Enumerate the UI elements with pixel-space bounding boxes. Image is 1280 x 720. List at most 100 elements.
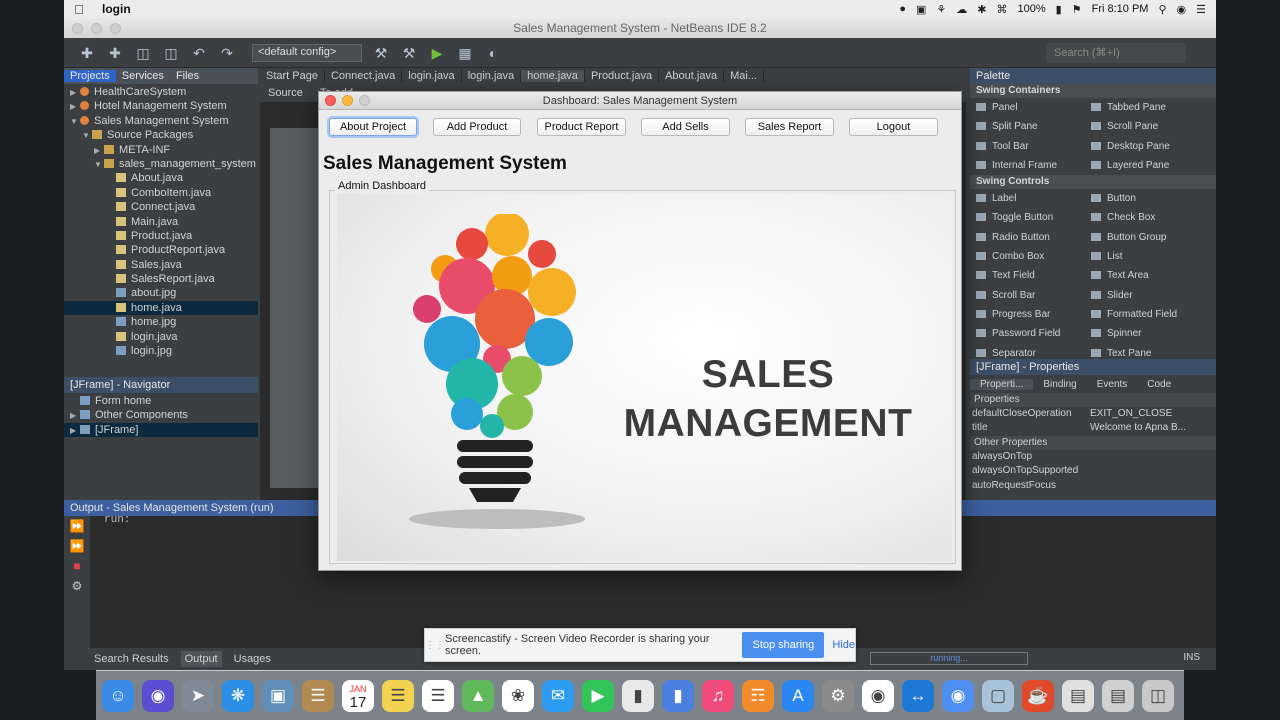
project-tree-item[interactable]: ComboItem.java — [64, 186, 258, 200]
tab-projects[interactable]: Projects — [64, 70, 116, 82]
chromium-icon[interactable]: ◉ — [942, 679, 974, 712]
bluetooth-icon[interactable]: ✱ — [977, 3, 986, 16]
ide-zoom-button[interactable] — [110, 23, 121, 34]
editor-tab[interactable]: About.java — [659, 70, 725, 82]
ibooks-icon[interactable]: ☶ — [742, 679, 774, 712]
palette-title[interactable]: Palette — [970, 70, 1016, 82]
expand-arrow-icon[interactable]: ▶ — [70, 100, 80, 114]
notes-book-icon[interactable]: ☰ — [302, 679, 334, 712]
project-tree-item[interactable]: login.java — [64, 330, 258, 344]
editor-tab[interactable]: Connect.java — [325, 70, 403, 82]
maps-icon[interactable]: ▲ — [462, 679, 494, 712]
dashboard-close-button[interactable] — [325, 95, 336, 106]
build-hammer-icon[interactable]: ⚒ — [372, 44, 390, 62]
dashboard-minimize-button[interactable] — [342, 95, 353, 106]
wifi-icon[interactable]: ⌘ — [997, 3, 1008, 16]
palette-item[interactable]: Scroll Bar — [970, 286, 1085, 305]
palette-item[interactable]: Desktop Pane — [1085, 137, 1200, 156]
property-row[interactable]: autoRequestFocus — [970, 479, 1216, 493]
virtualbox-icon[interactable]: ▢ — [982, 679, 1014, 712]
property-value[interactable] — [1090, 464, 1216, 478]
presentation-icon[interactable]: ▮ — [662, 679, 694, 712]
palette-item[interactable]: Formatted Field — [1085, 305, 1200, 324]
tab-search-results[interactable]: Search Results — [90, 651, 173, 667]
property-row[interactable]: alwaysOnTopSupported — [970, 464, 1216, 478]
navigator-item[interactable]: ▶ Other Components — [64, 408, 258, 422]
expand-arrow-icon[interactable]: ▼ — [82, 129, 92, 143]
tab-files[interactable]: Files — [170, 70, 205, 82]
hide-button[interactable]: Hide — [832, 639, 855, 651]
property-value[interactable]: Welcome to Apna B... — [1090, 421, 1216, 435]
apple-icon[interactable]:  — [64, 2, 94, 17]
properties-title[interactable]: [JFrame] - Properties — [970, 361, 1085, 373]
siri-menubar-icon[interactable]: ◉ — [1177, 3, 1187, 16]
undo-icon[interactable]: ↶ — [190, 44, 208, 62]
expand-arrow-icon[interactable]: ▶ — [70, 409, 80, 423]
palette-item[interactable]: List — [1085, 247, 1200, 266]
docker-icon[interactable]: ⚘ — [936, 3, 946, 16]
preview-icon[interactable]: ▣ — [262, 679, 294, 712]
menubar-clock[interactable]: Fri 8:10 PM — [1092, 3, 1149, 15]
palette-item[interactable]: Split Pane — [970, 117, 1085, 136]
palette-item[interactable]: Progress Bar — [970, 305, 1085, 324]
project-tree-item[interactable]: Sales.java — [64, 258, 258, 272]
palette-item[interactable]: Button — [1085, 189, 1200, 208]
expand-arrow-icon[interactable]: ▼ — [70, 115, 80, 129]
itunes-icon[interactable]: ♫ — [702, 679, 734, 712]
stickies-icon[interactable]: ☰ — [382, 679, 414, 712]
navigator-item[interactable]: Form home — [64, 394, 258, 408]
editor-tab[interactable]: Mai... — [724, 70, 764, 82]
property-row[interactable]: title Welcome to Apna B... — [970, 421, 1216, 435]
downloads-icon[interactable]: ▤ — [1102, 679, 1134, 712]
palette-item[interactable]: Spinner — [1085, 324, 1200, 343]
palette-item[interactable]: Radio Button — [970, 228, 1085, 247]
palette-item[interactable]: Layered Pane — [1085, 156, 1200, 175]
microphone-icon[interactable]: ● — [899, 3, 906, 15]
java-icon[interactable]: ☕ — [1022, 679, 1054, 712]
project-tree-item[interactable]: about.jpg — [64, 286, 258, 300]
property-value[interactable]: EXIT_ON_CLOSE — [1090, 407, 1216, 421]
debug-icon[interactable]: ▦ — [456, 44, 474, 62]
messages-icon[interactable]: ✉ — [542, 679, 574, 712]
project-tree-item[interactable]: ▶ HealthCareSystem — [64, 85, 258, 99]
new-project-icon[interactable]: ✚ — [106, 44, 124, 62]
save-all-icon[interactable]: ◫ — [162, 44, 180, 62]
editor-tab[interactable]: login.java — [462, 70, 522, 82]
palette-item[interactable]: Toggle Button — [970, 208, 1085, 227]
ide-close-button[interactable] — [72, 23, 83, 34]
facetime-icon[interactable]: ▶ — [582, 679, 614, 712]
rerun-icon[interactable]: ⏩ — [64, 516, 90, 536]
redo-icon[interactable]: ↷ — [218, 44, 236, 62]
teamviewer-icon[interactable]: ↔ — [902, 679, 934, 712]
project-tree-item[interactable]: Product.java — [64, 229, 258, 243]
spotlight-search-icon[interactable]: ⚲ — [1158, 3, 1166, 16]
documents-icon[interactable]: ▤ — [1062, 679, 1094, 712]
property-value[interactable] — [1090, 479, 1216, 493]
expand-arrow-icon[interactable]: ▼ — [94, 158, 104, 172]
palette-item[interactable]: Check Box — [1085, 208, 1200, 227]
editor-tab[interactable]: Product.java — [585, 70, 660, 82]
about-project-button[interactable]: About Project — [329, 118, 417, 136]
editor-tab[interactable]: login.java — [402, 70, 462, 82]
app-store-icon[interactable]: A — [782, 679, 814, 712]
editor-tab[interactable]: Start Page — [260, 70, 325, 82]
trash-icon[interactable]: ◫ — [1142, 679, 1174, 712]
project-tree-item[interactable]: ▼ sales_management_system — [64, 157, 258, 171]
palette-item[interactable]: Panel — [970, 98, 1085, 117]
expand-arrow-icon[interactable]: ▶ — [70, 86, 80, 100]
expand-arrow-icon[interactable]: ▶ — [94, 144, 104, 158]
keynote-icon[interactable]: ▮ — [622, 679, 654, 712]
palette-item[interactable]: Slider — [1085, 286, 1200, 305]
project-tree-item[interactable]: ProductReport.java — [64, 243, 258, 257]
run-progress-bar[interactable]: running... — [870, 652, 1028, 665]
project-tree-item[interactable]: ▶ Hotel Management System — [64, 99, 258, 113]
chrome-icon[interactable]: ◉ — [862, 679, 894, 712]
property-category[interactable]: Other Properties — [970, 435, 1216, 450]
safari-icon[interactable]: ❋ — [222, 679, 254, 712]
properties-tab[interactable]: Events — [1087, 379, 1138, 390]
project-tree-item[interactable]: login.jpg — [64, 344, 258, 358]
project-tree-item[interactable]: home.jpg — [64, 315, 258, 329]
project-tree-item[interactable]: ▼ Sales Management System — [64, 114, 258, 128]
project-tree-item[interactable]: ▼ Source Packages — [64, 128, 258, 142]
project-tree-item[interactable]: About.java — [64, 171, 258, 185]
